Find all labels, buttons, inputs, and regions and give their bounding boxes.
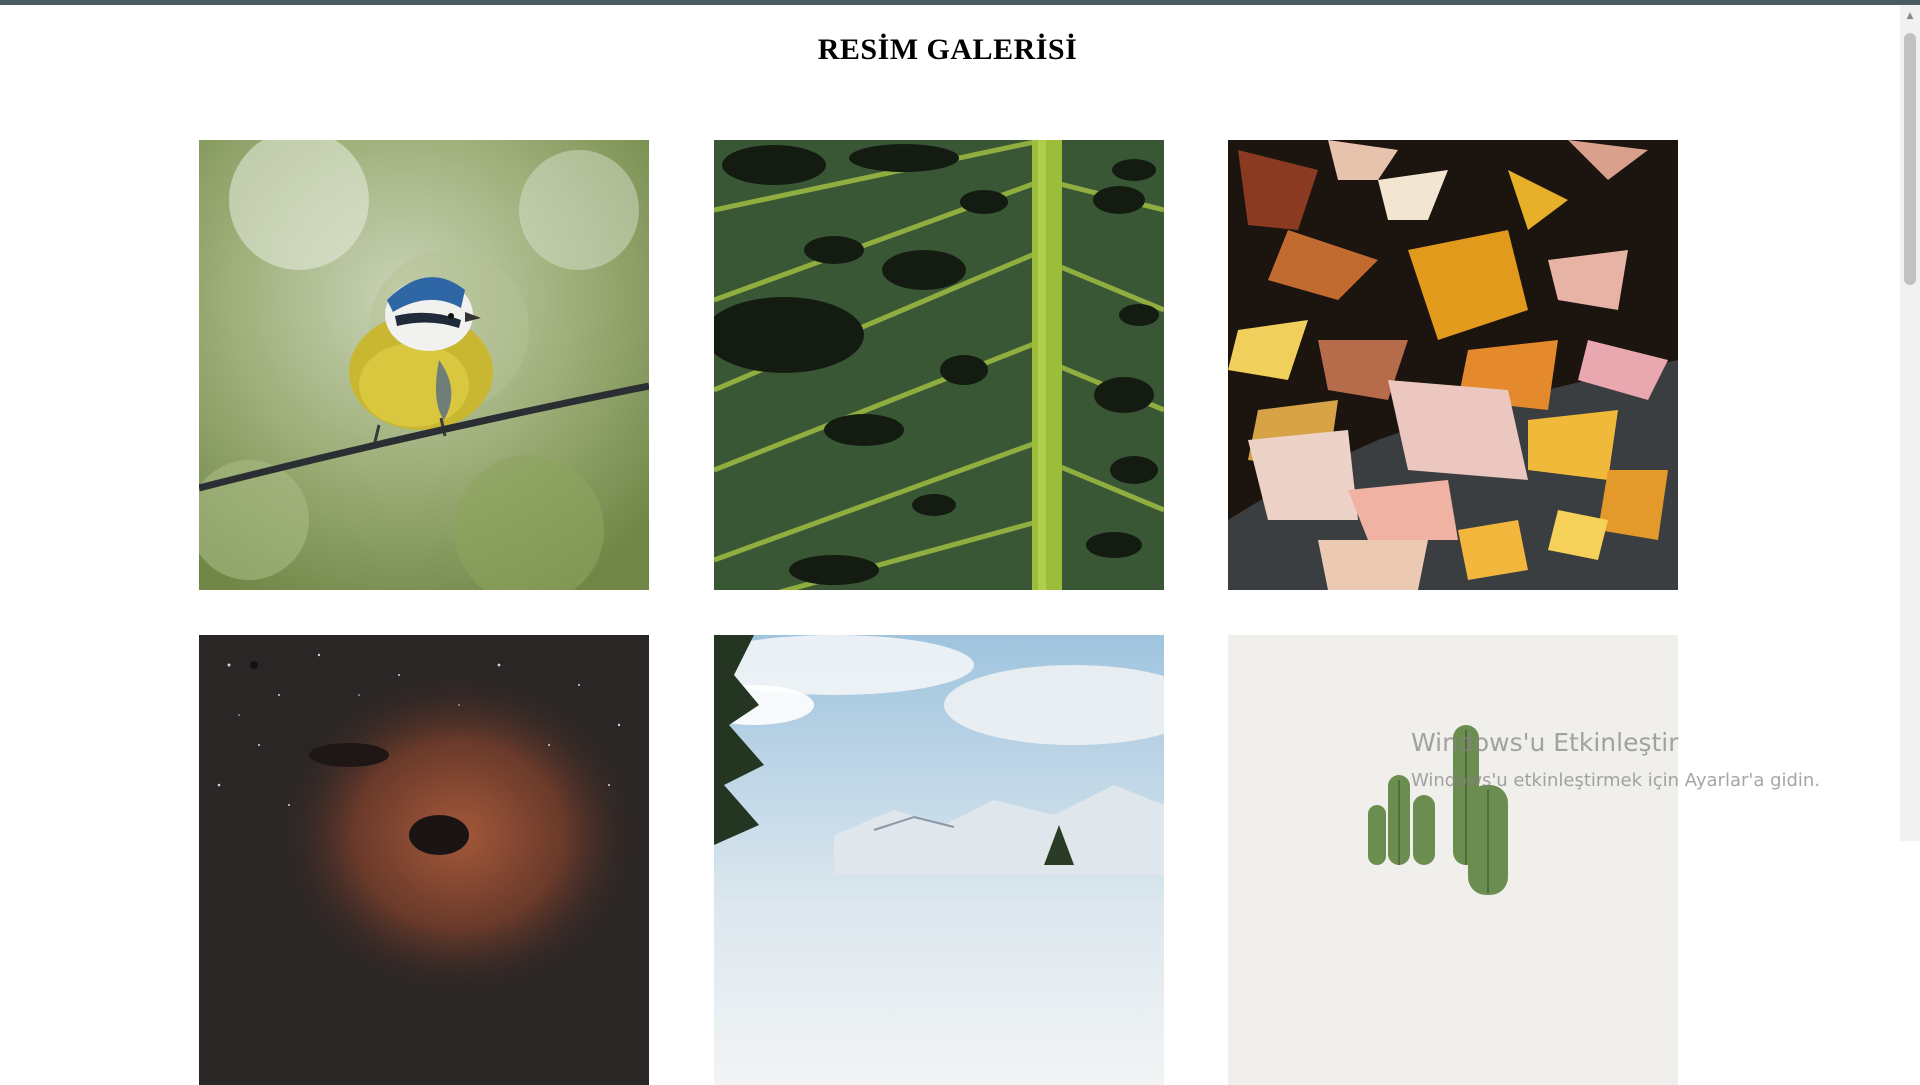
- bird-photo: [199, 140, 649, 590]
- browser-top-strip: [0, 0, 1920, 5]
- windows-activation-subtitle: Windows'u etkinleştirmek için Ayarlar'a …: [1411, 770, 1821, 791]
- gallery-image-leaf[interactable]: [714, 140, 1164, 590]
- vertical-scrollbar[interactable]: ▲: [1900, 5, 1920, 841]
- mountain-photo: [714, 635, 1164, 1085]
- gallery-image-bird[interactable]: [199, 140, 649, 590]
- gallery-image-cactus[interactable]: [1228, 635, 1678, 1085]
- night-sky-photo: [199, 635, 649, 1085]
- scroll-up-arrow-icon[interactable]: ▲: [1900, 9, 1920, 23]
- gallery-image-mountain[interactable]: [714, 635, 1164, 1085]
- scrollbar-thumb[interactable]: [1904, 33, 1916, 285]
- leaf-photo: [714, 140, 1164, 590]
- cactus-photo: [1228, 635, 1678, 1085]
- page-title: RESİM GALERİSİ: [817, 33, 1078, 66]
- gallery-image-autumn-leaves[interactable]: [1228, 140, 1678, 590]
- windows-activation-title: Windows'u Etkinleştir: [1411, 728, 1679, 757]
- autumn-leaves-photo: [1228, 140, 1678, 590]
- gallery-image-night-sky[interactable]: [199, 635, 649, 1085]
